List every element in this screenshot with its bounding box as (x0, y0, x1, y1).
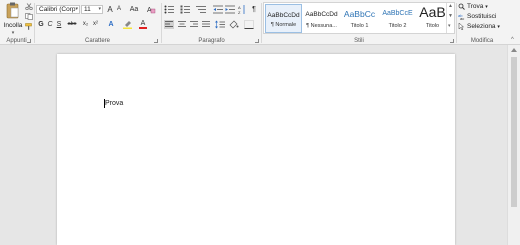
paste-label: Incolla (3, 22, 23, 29)
cut-icon[interactable] (25, 3, 33, 10)
align-center-icon[interactable] (177, 20, 187, 29)
italic-button[interactable]: C (46, 20, 54, 29)
scrollbar-thumb[interactable] (511, 57, 517, 207)
paste-button[interactable]: Incolla ▾ (2, 2, 24, 36)
font-name-combo[interactable]: Calibri (Corp ▾ (36, 5, 80, 14)
chevron-down-icon: ▾ (75, 6, 78, 12)
clipboard-group: Incolla ▾ Appunti (0, 0, 33, 45)
document-paragraph: Prova (105, 100, 124, 107)
multilevel-list-icon[interactable] (196, 5, 206, 14)
font-group-label: Carattere (84, 38, 110, 44)
svg-text:Z: Z (238, 10, 241, 14)
font-size-value: 11 (84, 6, 91, 13)
shading-icon[interactable] (229, 20, 239, 29)
clipboard-dialog-launcher[interactable] (27, 39, 31, 43)
font-name-value: Calibri (Corp (39, 6, 76, 13)
document-text[interactable]: Prova (104, 99, 124, 108)
justify-icon[interactable] (201, 20, 211, 29)
text-cursor (104, 99, 105, 108)
bold-button[interactable]: G (37, 20, 45, 29)
format-painter-icon[interactable] (25, 23, 33, 30)
align-left-icon[interactable] (164, 20, 174, 29)
text-effects-button[interactable]: A (107, 20, 115, 29)
font-color-swatch (139, 27, 147, 29)
ribbon: Incolla ▾ Appunti Calibri (Corp ▾ 11 ▾ A… (0, 0, 520, 45)
font-size-combo[interactable]: 11 ▾ (81, 5, 103, 14)
paragraph-group-label: Paragrafo (198, 38, 225, 44)
collapse-ribbon-icon[interactable]: ^ (511, 37, 514, 43)
superscript-button[interactable]: x² (91, 20, 100, 29)
document-page[interactable]: Prova (57, 54, 455, 245)
align-right-icon[interactable] (189, 20, 199, 29)
scroll-up-arrow-icon[interactable] (511, 48, 517, 52)
bullets-icon[interactable] (164, 5, 174, 14)
shrink-font-button[interactable]: A (115, 5, 123, 14)
subscript-button[interactable]: x₂ (81, 20, 90, 29)
chevron-down-icon: ▾ (98, 6, 101, 12)
editing-group: Modifica (457, 0, 507, 45)
paragraph-dialog-launcher[interactable] (255, 39, 259, 43)
vertical-scrollbar[interactable] (507, 45, 520, 245)
styles-group: Stili (262, 0, 456, 45)
decrease-indent-icon[interactable] (213, 5, 223, 14)
font-group: Calibri (Corp ▾ 11 ▾ A A Aa A G C S abc … (35, 0, 160, 45)
editing-group-label: Modifica (470, 38, 494, 44)
numbering-icon[interactable] (180, 5, 190, 14)
sort-icon[interactable]: A Z (238, 5, 246, 14)
pilcrow-icon[interactable]: ¶ (250, 5, 258, 14)
grow-font-button[interactable]: A (106, 5, 114, 14)
paragraph-group: A Z ¶ Paragrafo (162, 0, 261, 45)
styles-group-label: Stili (354, 38, 364, 44)
change-case-button[interactable]: Aa (128, 5, 140, 14)
highlighter-icon[interactable] (123, 20, 132, 29)
chevron-down-icon: ▾ (11, 30, 15, 36)
clear-formatting-icon[interactable]: A (147, 5, 156, 14)
clipboard-icon (6, 2, 19, 19)
strikethrough-button[interactable]: abc (66, 20, 78, 29)
increase-indent-icon[interactable] (225, 5, 235, 14)
underline-button[interactable]: S (55, 20, 63, 29)
document-area: Prova (0, 45, 520, 245)
styles-dialog-launcher[interactable] (450, 39, 454, 43)
font-dialog-launcher[interactable] (154, 39, 158, 43)
line-spacing-icon[interactable] (215, 20, 225, 29)
borders-icon[interactable] (244, 20, 254, 29)
copy-icon[interactable] (25, 13, 33, 20)
